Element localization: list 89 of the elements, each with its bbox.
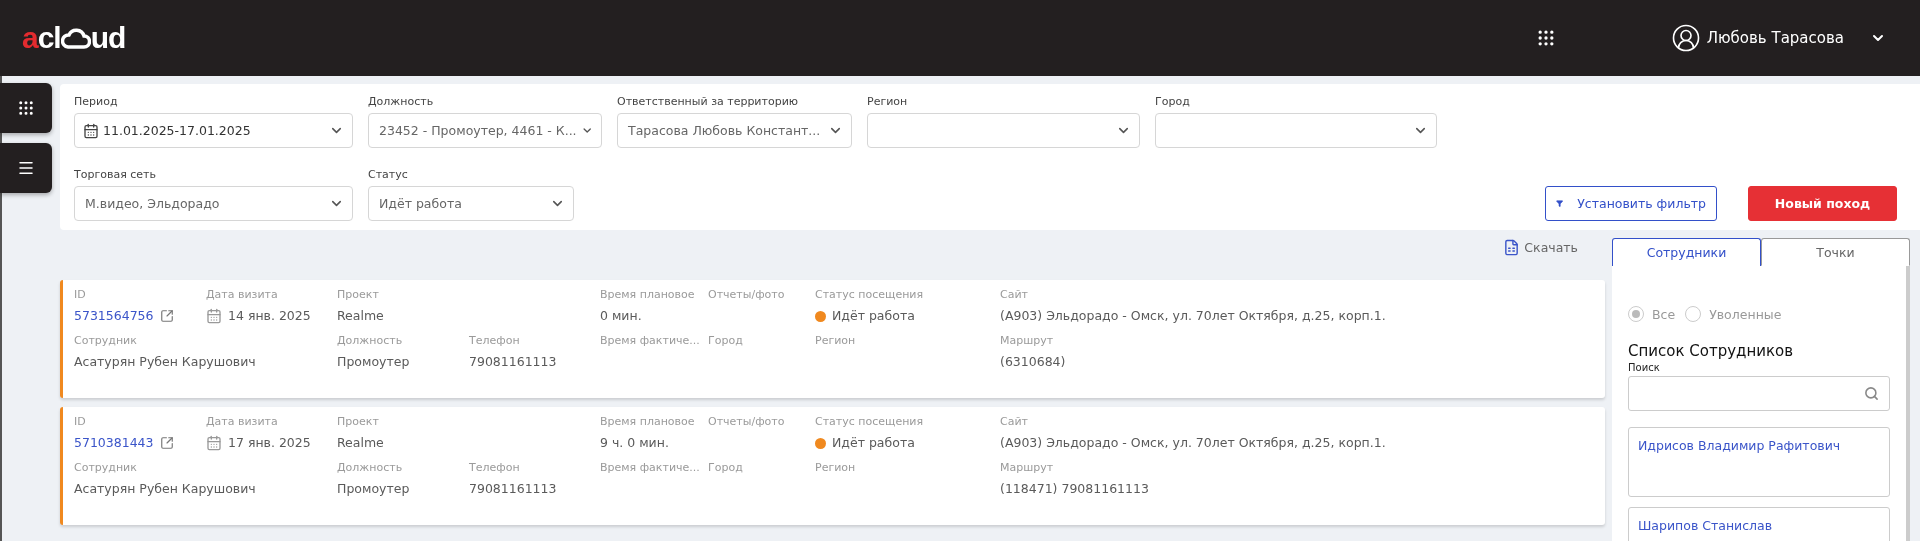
field-label: Сайт — [1000, 288, 1028, 302]
field-label: Время фактиче... — [600, 334, 700, 348]
visit-id-link[interactable]: 5710381443 — [74, 435, 154, 451]
select-field[interactable]: Идёт работа — [368, 186, 574, 221]
employee-card[interactable]: Шарипов Станислав — [1628, 507, 1890, 541]
field-label: Должность — [337, 334, 403, 348]
grid-dots-icon — [17, 99, 35, 117]
select-field[interactable]: 23452 - Промоутер, 4461 - К... — [368, 113, 602, 148]
logo: acl ud — [22, 21, 126, 55]
external-link-icon[interactable] — [159, 436, 174, 450]
user-name[interactable]: Любовь Тарасова — [1706, 29, 1844, 47]
field-label: Маршрут — [1000, 461, 1054, 475]
menu-button[interactable] — [0, 143, 52, 193]
cloud-icon — [60, 27, 91, 49]
field-label: Время плановое — [600, 415, 695, 429]
employee-card[interactable]: Идрисов Владимир Рафитович — [1628, 427, 1890, 497]
field-value: Промоутер — [337, 481, 410, 497]
field-value: 9 ч. 0 мин. — [600, 435, 669, 451]
filter-label: Статус — [368, 168, 409, 182]
field-label: Телефон — [469, 461, 520, 475]
calendar-icon — [206, 435, 222, 451]
field-label: Сотрудник — [74, 334, 137, 348]
field-label: Регион — [815, 334, 856, 348]
new-visit-button[interactable]: Новый поход — [1748, 186, 1897, 221]
visit-card[interactable] — [60, 280, 1605, 398]
field-label: Сотрудник — [74, 461, 137, 475]
select-field[interactable] — [1155, 113, 1437, 148]
panel-tab[interactable]: Точки — [1761, 238, 1910, 266]
field-label: Регион — [815, 461, 856, 475]
panel-tab[interactable]: Сотрудники — [1612, 238, 1761, 266]
field-value: (6310684) — [1000, 354, 1066, 370]
visit-status: Идёт работа — [832, 435, 915, 451]
user-avatar-icon[interactable] — [1670, 23, 1701, 53]
filter-label: Торговая сеть — [74, 168, 157, 182]
field-label: Город — [708, 461, 743, 475]
field-label: Статус посещения — [815, 415, 924, 429]
field-label: Проект — [337, 415, 379, 429]
list-title: Список Сотрудников — [1628, 342, 1795, 360]
select-field[interactable]: М.видео, Эльдорадо — [74, 186, 353, 221]
field-label: Дата визита — [206, 288, 278, 302]
field-value: Асатурян Рубен Карушович — [74, 481, 256, 497]
field-value: Промоутер — [337, 354, 410, 370]
visit-id-link[interactable]: 5731564756 — [74, 308, 154, 324]
search-label: Поиск — [1628, 362, 1661, 373]
visit-status: Идёт работа — [832, 308, 915, 324]
field-label: Сайт — [1000, 415, 1028, 429]
apply-filter-button[interactable]: Установить фильтр — [1545, 186, 1717, 221]
download-link[interactable]: Скачать — [1503, 239, 1578, 256]
calendar-icon — [206, 308, 222, 324]
filter-label: Должность — [368, 95, 435, 109]
visit-date: 14 янв. 2025 — [228, 308, 311, 324]
field-value: (A903) Эльдорадо - Омск, ул. 70лет Октября, д.25, корп.1. — [1000, 308, 1386, 324]
field-value: 79081161113 — [469, 481, 557, 497]
field-value: (A903) Эльдорадо - Омск, ул. 70лет Октября, д.25, корп.1. — [1000, 435, 1386, 451]
filter-label: Период — [74, 95, 119, 109]
field-value: 0 мин. — [600, 308, 642, 324]
field-label: Город — [708, 334, 743, 348]
field-value: Realme — [337, 308, 384, 324]
field-value: Асатурян Рубен Карушович — [74, 354, 256, 370]
field-label: Дата визита — [206, 415, 278, 429]
field-label: Маршрут — [1000, 334, 1054, 348]
search-icon — [1864, 386, 1879, 401]
field-label: Время фактиче... — [600, 461, 700, 475]
filter-label: Город — [1155, 95, 1191, 109]
field-label: Проект — [337, 288, 379, 302]
select-field[interactable] — [867, 113, 1140, 148]
field-label: Должность — [337, 461, 403, 475]
field-label: Отчеты/фото — [708, 415, 785, 429]
field-label: ID — [74, 288, 86, 302]
search-field[interactable] — [1628, 376, 1890, 411]
filter-label: Ответственный за территорию — [617, 95, 800, 109]
filter-label: Регион — [867, 95, 909, 109]
external-link-icon[interactable] — [159, 309, 174, 323]
visit-card[interactable] — [60, 407, 1605, 525]
field-value: 79081161113 — [469, 354, 557, 370]
date-range-field[interactable]: 11.01.2025-17.01.2025 — [74, 113, 353, 148]
field-label: Статус посещения — [815, 288, 924, 302]
field-label: Время плановое — [600, 288, 695, 302]
menu-icon — [17, 159, 35, 177]
calendar-icon — [83, 122, 99, 139]
field-label: ID — [74, 415, 86, 429]
apps-button[interactable] — [0, 83, 52, 133]
select-field[interactable]: Тарасова Любовь Констант... — [617, 113, 852, 148]
field-label: Телефон — [469, 334, 520, 348]
field-value: Realme — [337, 435, 384, 451]
spreadsheet-icon — [1503, 239, 1521, 256]
field-value: (118471) 79081161113 — [1000, 481, 1149, 497]
visit-date: 17 янв. 2025 — [228, 435, 311, 451]
field-label: Отчеты/фото — [708, 288, 785, 302]
